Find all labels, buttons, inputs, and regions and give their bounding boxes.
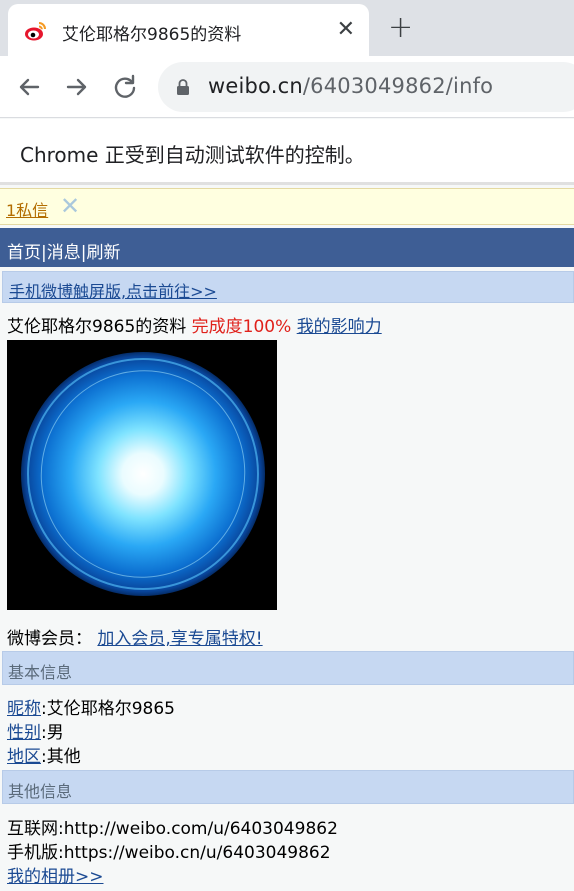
vip-label: 微博会员：	[7, 629, 92, 649]
address-bar[interactable]: weibo.cn/6403049862/info	[158, 62, 574, 112]
page-content: 1私信 ✕ 首页|消息|刷新 手机微博触屏版,点击前往>> 艾伦耶格尔9865的…	[0, 188, 574, 891]
basic-info-title: 基本信息	[8, 663, 73, 682]
url-path: /6403049862/info	[302, 74, 494, 98]
nickname-value: :艾伦耶格尔9865	[41, 699, 175, 719]
url-text: weibo.cn/6403049862/info	[208, 74, 493, 98]
profile-header: 艾伦耶格尔9865的资料 完成度100% 我的影响力	[7, 312, 382, 337]
gender-label[interactable]: 性别	[7, 723, 41, 743]
browser-tab[interactable]: 艾伦耶格尔9865的资料 ✕	[8, 4, 369, 56]
avatar[interactable]	[7, 340, 277, 610]
url-host: weibo.cn	[208, 74, 303, 98]
tab-strip: 艾伦耶格尔9865的资料 ✕ +	[0, 0, 574, 56]
touch-version-link[interactable]: 手机微博触屏版,点击前往>>	[9, 278, 217, 302]
vip-link[interactable]: 加入会员,享专属特权!	[97, 629, 262, 649]
new-tab-button[interactable]: +	[388, 13, 413, 43]
automation-message: Chrome 正受到自动测试软件的控制。	[20, 143, 365, 167]
album-link[interactable]: 我的相册>>	[7, 867, 104, 887]
mobile-url: 手机版:https://weibo.cn/u/6403049862	[7, 843, 331, 863]
internet-url: 互联网:http://weibo.com/u/6403049862	[7, 819, 338, 839]
region-value: :其他	[41, 747, 81, 767]
close-icon[interactable]: ✕	[60, 192, 80, 220]
top-nav: 首页|消息|刷新	[0, 228, 574, 267]
back-arrow-icon[interactable]	[14, 72, 44, 102]
browser-toolbar: weibo.cn/6403049862/info	[0, 56, 574, 118]
other-info-title: 其他信息	[8, 782, 73, 801]
region-row: 地区:其他	[7, 742, 81, 767]
other-info-header: 其他信息	[2, 770, 574, 804]
album-row: 我的相册>>	[7, 862, 104, 887]
gender-value: :男	[41, 723, 64, 743]
nickname-row: 昵称:艾伦耶格尔9865	[7, 694, 175, 719]
close-tab-icon[interactable]: ✕	[337, 17, 355, 43]
message-bar: 1私信 ✕	[0, 188, 574, 225]
nickname-label[interactable]: 昵称	[7, 699, 41, 719]
region-label[interactable]: 地区	[7, 747, 41, 767]
completion-text: 完成度100%	[191, 317, 292, 337]
avatar-ring-inner	[11, 341, 275, 607]
profile-title: 艾伦耶格尔9865的资料	[7, 317, 187, 337]
automation-infobar: Chrome 正受到自动测试软件的控制。	[0, 119, 574, 185]
nav-links[interactable]: 首页|消息|刷新	[7, 238, 120, 263]
weibo-icon	[25, 22, 46, 41]
gender-row: 性别:男	[7, 718, 64, 743]
private-message-link[interactable]: 1私信	[6, 197, 48, 221]
tab-title: 艾伦耶格尔9865的资料	[62, 25, 242, 45]
touch-version-bar: 手机微博触屏版,点击前往>>	[2, 271, 574, 303]
lock-icon[interactable]	[176, 78, 190, 96]
basic-info-header: 基本信息	[2, 651, 574, 685]
vip-row: 微博会员： 加入会员,享专属特权!	[7, 624, 263, 649]
forward-arrow-icon[interactable]	[62, 72, 92, 102]
reload-icon[interactable]	[110, 72, 140, 102]
influence-link[interactable]: 我的影响力	[297, 317, 382, 337]
